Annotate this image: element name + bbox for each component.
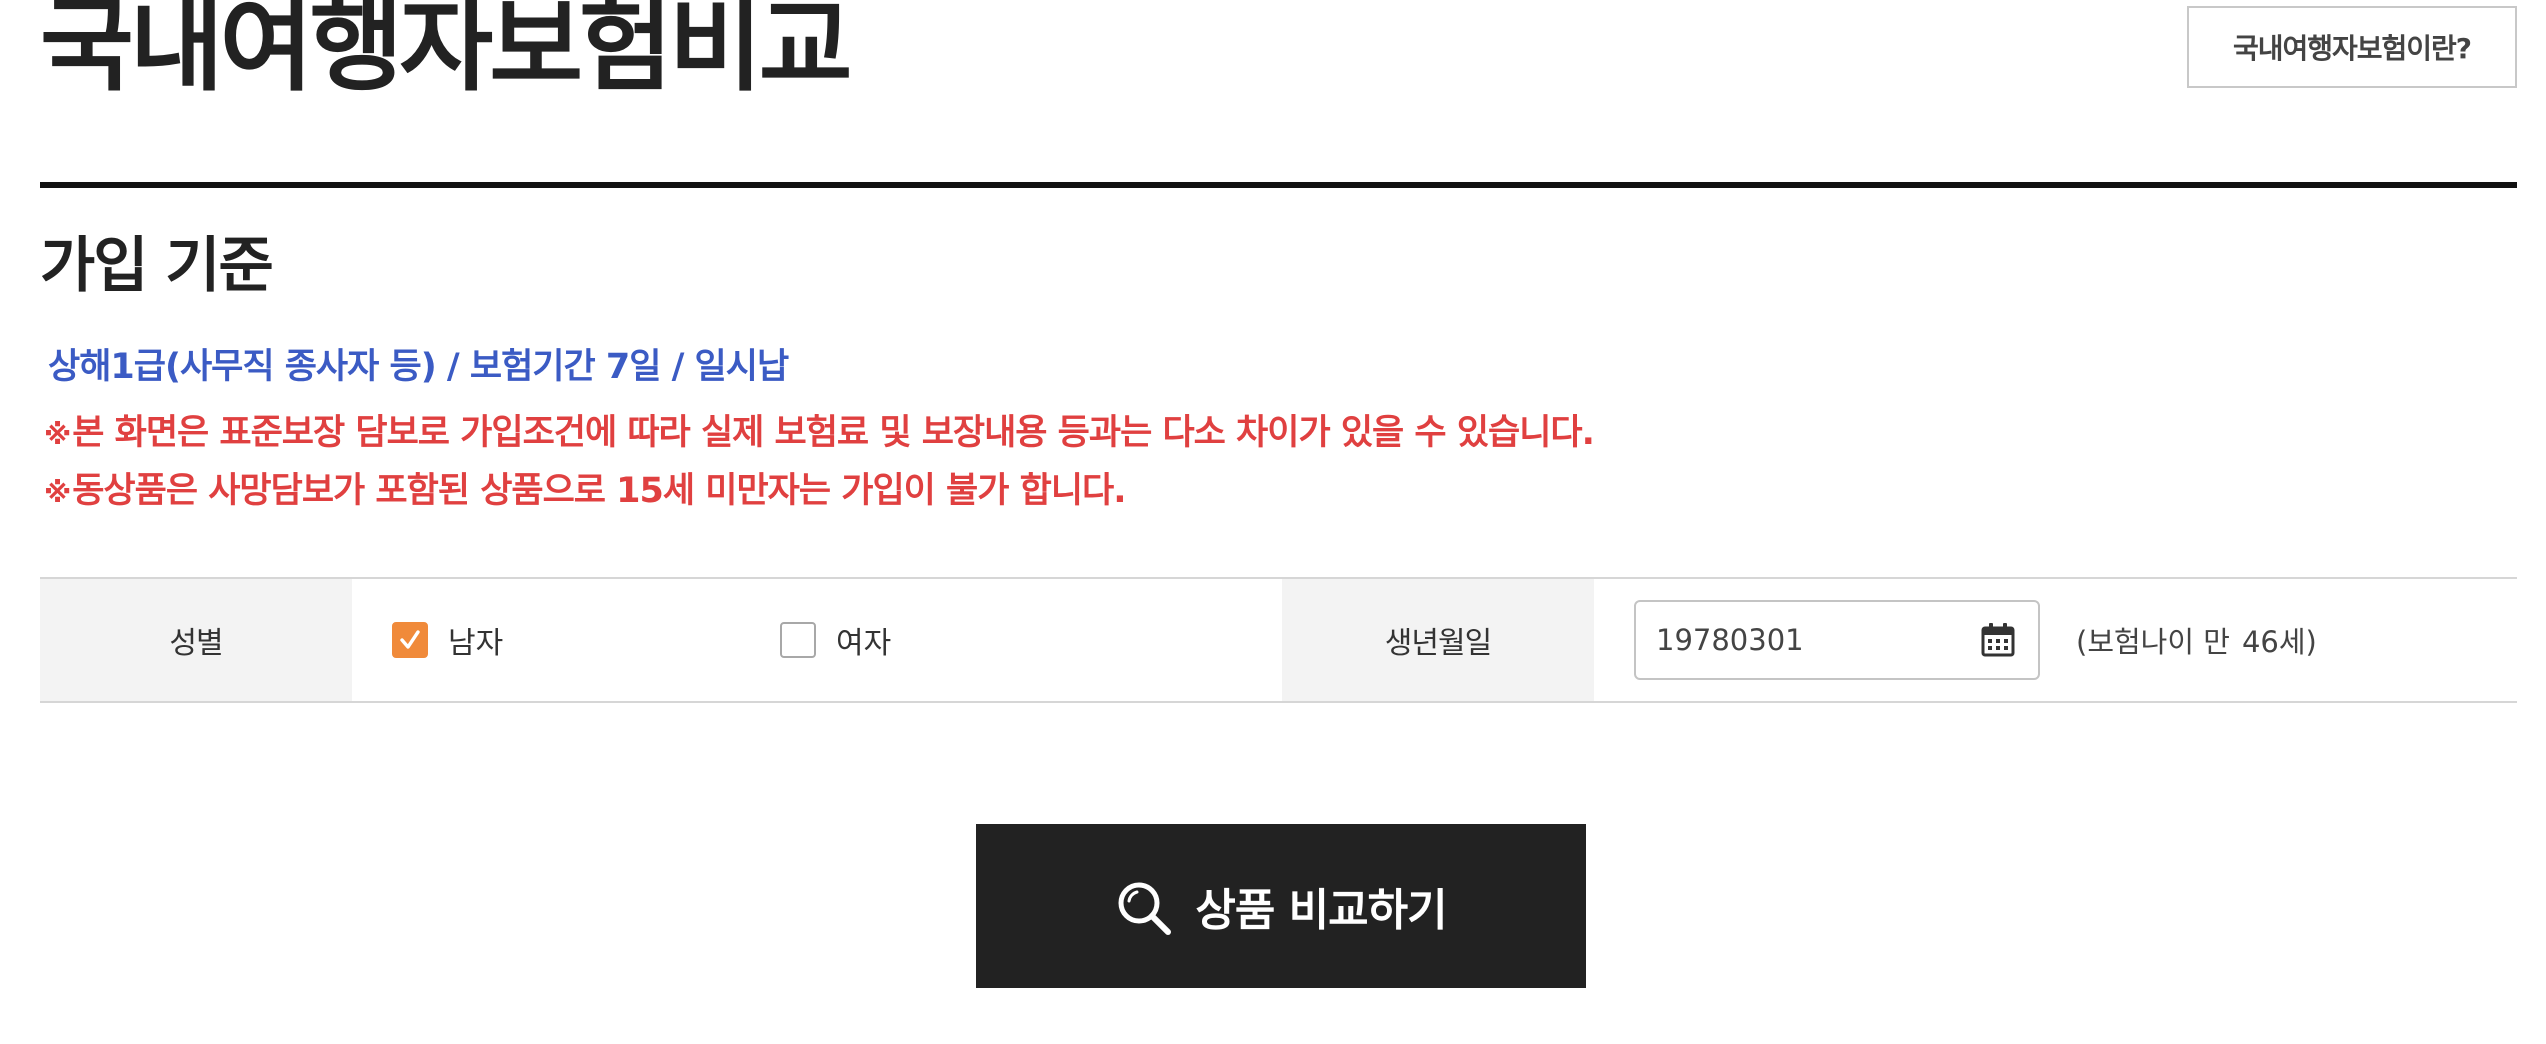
notice-text: 본 화면은 표준보장 담보로 가입조건에 따라 실제 보험료 및 보장내용 등과… xyxy=(72,413,1595,453)
notice-text: 동상품은 사망담보가 포함된 상품으로 15세 미만자는 가입이 불가 합니다. xyxy=(72,471,1126,511)
male-label: 남자 xyxy=(448,626,504,661)
compare-products-button[interactable]: 상품 비교하기 xyxy=(976,824,1586,988)
title-divider xyxy=(40,182,2517,188)
birthdate-input[interactable]: 19780301 xyxy=(1634,600,2040,680)
notice-mark: ※ xyxy=(44,418,71,451)
gender-option-female[interactable]: 여자 xyxy=(780,579,891,701)
birthdate-value: 19780301 xyxy=(1656,623,1804,657)
gender-label: 성별 xyxy=(40,579,352,701)
criteria-text: 상해1급(사무직 종사자 등) / 보험기간 7일 / 일시납 xyxy=(48,347,789,387)
age-prefix: (보험나이 만 xyxy=(2076,625,2230,659)
female-label: 여자 xyxy=(836,626,892,661)
age-value: 46세) xyxy=(2241,625,2317,659)
section-title: 가입 기준 xyxy=(40,231,274,301)
female-checkbox[interactable] xyxy=(780,622,816,658)
insurance-info-button[interactable]: 국내여행자보험이란? xyxy=(2187,6,2517,88)
notice-standard-coverage: ※본 화면은 표준보장 담보로 가입조건에 따라 실제 보험료 및 보장내용 등… xyxy=(44,412,1595,454)
compare-button-label: 상품 비교하기 xyxy=(1195,885,1447,936)
signup-form-row: 성별 남자 여자 생년월일 19780301 (보험나이 만 46세) xyxy=(40,577,2517,703)
birthdate-label: 생년월일 xyxy=(1282,579,1594,701)
male-checkbox[interactable] xyxy=(392,622,428,658)
gender-option-male[interactable]: 남자 xyxy=(392,579,503,701)
search-icon xyxy=(1118,882,1172,935)
checkmark-icon xyxy=(400,630,420,649)
page-title: 국내여행자보험비교 xyxy=(40,0,853,106)
notice-mark: ※ xyxy=(44,476,71,509)
calendar-icon[interactable] xyxy=(1980,622,2016,658)
notice-age-restriction: ※동상품은 사망담보가 포함된 상품으로 15세 미만자는 가입이 불가 합니다… xyxy=(44,470,1127,512)
insurance-age: (보험나이 만 46세) xyxy=(2076,579,2317,701)
